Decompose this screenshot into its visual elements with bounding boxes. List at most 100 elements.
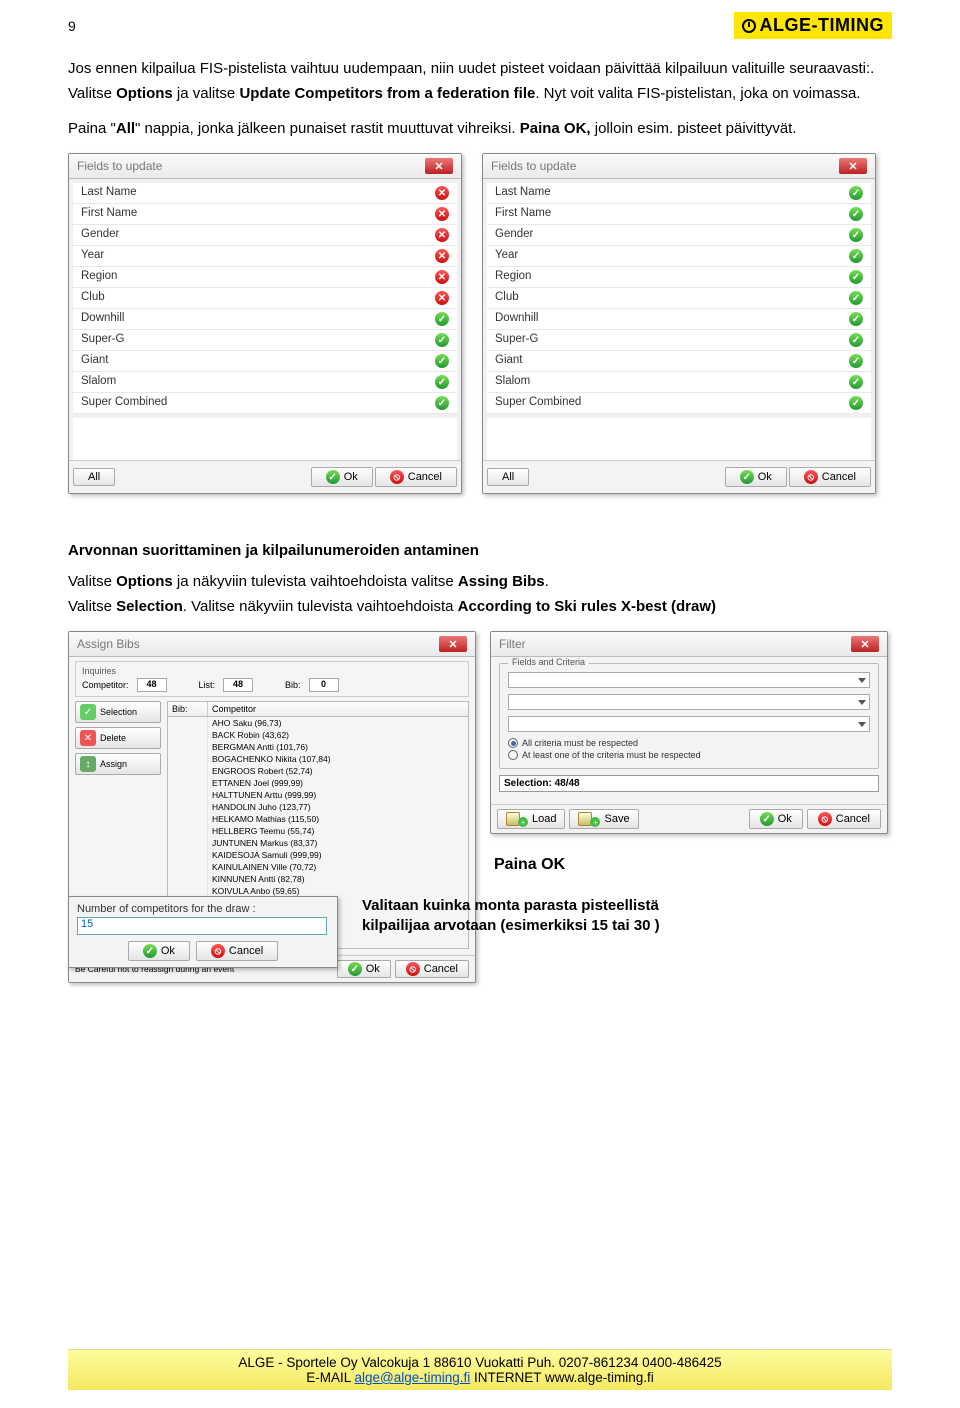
field-row[interactable]: Year✕: [73, 246, 457, 267]
field-row[interactable]: Super-G✓: [487, 330, 871, 351]
check-icon: ✓: [849, 354, 863, 368]
dialog-footer: All ✓Ok ⦸Cancel: [483, 460, 875, 493]
table-row[interactable]: BOGACHENKO Nikita (107,84): [168, 753, 468, 765]
cancel-icon: ⦸: [818, 812, 832, 826]
right-column: Filter ✕ Fields and Criteria All criteri…: [490, 631, 892, 968]
table-row[interactable]: HELLBERG Teemu (55,74): [168, 825, 468, 837]
field-row[interactable]: Club✓: [487, 288, 871, 309]
paina-ok-text: Paina OK: [494, 856, 892, 874]
dialog-title-bar: Assign Bibs ✕: [69, 632, 475, 657]
ok-button[interactable]: ✓Ok: [311, 467, 373, 487]
table-row[interactable]: KAIDESOJA Samuli (999,99): [168, 849, 468, 861]
field-row[interactable]: Super-G✓: [73, 330, 457, 351]
radio-icon: [508, 738, 518, 748]
table-row[interactable]: AHO Saku (96,73): [168, 717, 468, 729]
field-row[interactable]: Slalom✓: [487, 372, 871, 393]
assign-button[interactable]: ↕Assign: [75, 753, 161, 775]
bib-input[interactable]: 0: [309, 678, 339, 692]
criteria-select-1[interactable]: [508, 672, 870, 688]
delete-button[interactable]: ✕Delete: [75, 727, 161, 749]
check-icon: ✓: [326, 470, 340, 484]
check-icon: ✓: [760, 812, 774, 826]
field-row[interactable]: First Name✕: [73, 204, 457, 225]
logo-text: ALGE-TIMING: [760, 15, 885, 36]
save-button[interactable]: +Save: [569, 809, 638, 829]
selection-button[interactable]: ✓Selection: [75, 701, 161, 723]
check-icon: ✓: [849, 396, 863, 410]
plus-icon: +: [518, 817, 528, 827]
cancel-button[interactable]: ⦸Cancel: [807, 809, 881, 829]
close-icon[interactable]: ✕: [439, 636, 467, 652]
dialog-title-bar: Filter ✕: [491, 632, 887, 657]
dialog-title: Filter: [499, 637, 526, 651]
close-icon[interactable]: ✕: [425, 158, 453, 174]
cancel-button[interactable]: ⦸Cancel: [375, 467, 457, 487]
check-icon: ✓: [435, 354, 449, 368]
field-row[interactable]: Giant✓: [487, 351, 871, 372]
check-icon: ✓: [435, 375, 449, 389]
radio-one-criteria[interactable]: At least one of the criteria must be res…: [508, 750, 870, 760]
cancel-button[interactable]: ⦸Cancel: [395, 960, 469, 978]
content: Jos ennen kilpailua FIS-pistelista vaiht…: [68, 54, 892, 983]
check-icon: ✓: [849, 270, 863, 284]
field-row[interactable]: Gender✓: [487, 225, 871, 246]
table-row[interactable]: ENGROOS Robert (52,74): [168, 765, 468, 777]
competitor-input[interactable]: 48: [137, 678, 167, 692]
field-row[interactable]: Slalom✓: [73, 372, 457, 393]
check-icon: ✓: [435, 333, 449, 347]
radio-all-criteria[interactable]: All criteria must be respected: [508, 738, 870, 748]
col-bib[interactable]: Bib:: [168, 702, 208, 716]
table-row[interactable]: HELKAMO Mathias (115,50): [168, 813, 468, 825]
criteria-select-2[interactable]: [508, 694, 870, 710]
ok-button[interactable]: ✓Ok: [337, 960, 391, 978]
field-row[interactable]: Super Combined✓: [73, 393, 457, 414]
field-row[interactable]: Giant✓: [73, 351, 457, 372]
cancel-icon: ⦸: [804, 470, 818, 484]
bib-label: Bib:: [285, 680, 301, 690]
close-icon[interactable]: ✕: [851, 636, 879, 652]
check-icon: ✓: [849, 228, 863, 242]
cancel-button[interactable]: ⦸Cancel: [789, 467, 871, 487]
lower-paragraph-1: Valitse Options ja näkyviin tulevista va…: [68, 571, 892, 592]
ok-button[interactable]: ✓Ok: [725, 467, 787, 487]
ok-button[interactable]: ✓Ok: [749, 809, 803, 829]
field-row[interactable]: Region✕: [73, 267, 457, 288]
col-competitor[interactable]: Competitor: [208, 702, 468, 716]
field-row[interactable]: Last Name✕: [73, 183, 457, 204]
field-row[interactable]: Region✓: [487, 267, 871, 288]
cancel-button[interactable]: ⦸Cancel: [196, 941, 278, 961]
fields-criteria-legend: Fields and Criteria: [508, 657, 589, 667]
numcomp-input[interactable]: 15: [77, 917, 327, 935]
table-row[interactable]: ETTANEN Joel (999,99): [168, 777, 468, 789]
table-row[interactable]: JUNTUNEN Markus (83,37): [168, 837, 468, 849]
field-row[interactable]: Year✓: [487, 246, 871, 267]
list-input[interactable]: 48: [223, 678, 253, 692]
check-icon: ✓: [849, 312, 863, 326]
footer-email-link[interactable]: alge@alge-timing.fi: [354, 1370, 470, 1385]
table-row[interactable]: BERGMAN Antti (101,76): [168, 741, 468, 753]
table-row[interactable]: KAINULAINEN Ville (70,72): [168, 861, 468, 873]
table-row[interactable]: HANDOLIN Juho (123,77): [168, 801, 468, 813]
field-row[interactable]: First Name✓: [487, 204, 871, 225]
selection-count: Selection: 48/48: [499, 775, 879, 792]
intro-paragraph-1: Jos ennen kilpailua FIS-pistelista vaiht…: [68, 58, 892, 79]
load-button[interactable]: +Load: [497, 809, 565, 829]
filter-footer: +Load +Save ✓Ok ⦸Cancel: [491, 804, 887, 833]
all-button[interactable]: All: [487, 468, 529, 486]
page-number: 9: [68, 18, 76, 34]
close-icon[interactable]: ✕: [839, 158, 867, 174]
field-row[interactable]: Downhill✓: [487, 309, 871, 330]
field-row[interactable]: Gender✕: [73, 225, 457, 246]
ok-button[interactable]: ✓Ok: [128, 941, 190, 961]
table-row[interactable]: BACK Robin (43,62): [168, 729, 468, 741]
field-row[interactable]: Club✕: [73, 288, 457, 309]
field-row[interactable]: Last Name✓: [487, 183, 871, 204]
all-button[interactable]: All: [73, 468, 115, 486]
criteria-select-3[interactable]: [508, 716, 870, 732]
table-row[interactable]: KINNUNEN Antti (82,78): [168, 873, 468, 885]
field-row[interactable]: Super Combined✓: [487, 393, 871, 414]
field-row[interactable]: Downhill✓: [73, 309, 457, 330]
check-icon: ✓: [740, 470, 754, 484]
numcomp-label: Number of competitors for the draw :: [77, 903, 329, 915]
table-row[interactable]: HALTTUNEN Arttu (999,99): [168, 789, 468, 801]
